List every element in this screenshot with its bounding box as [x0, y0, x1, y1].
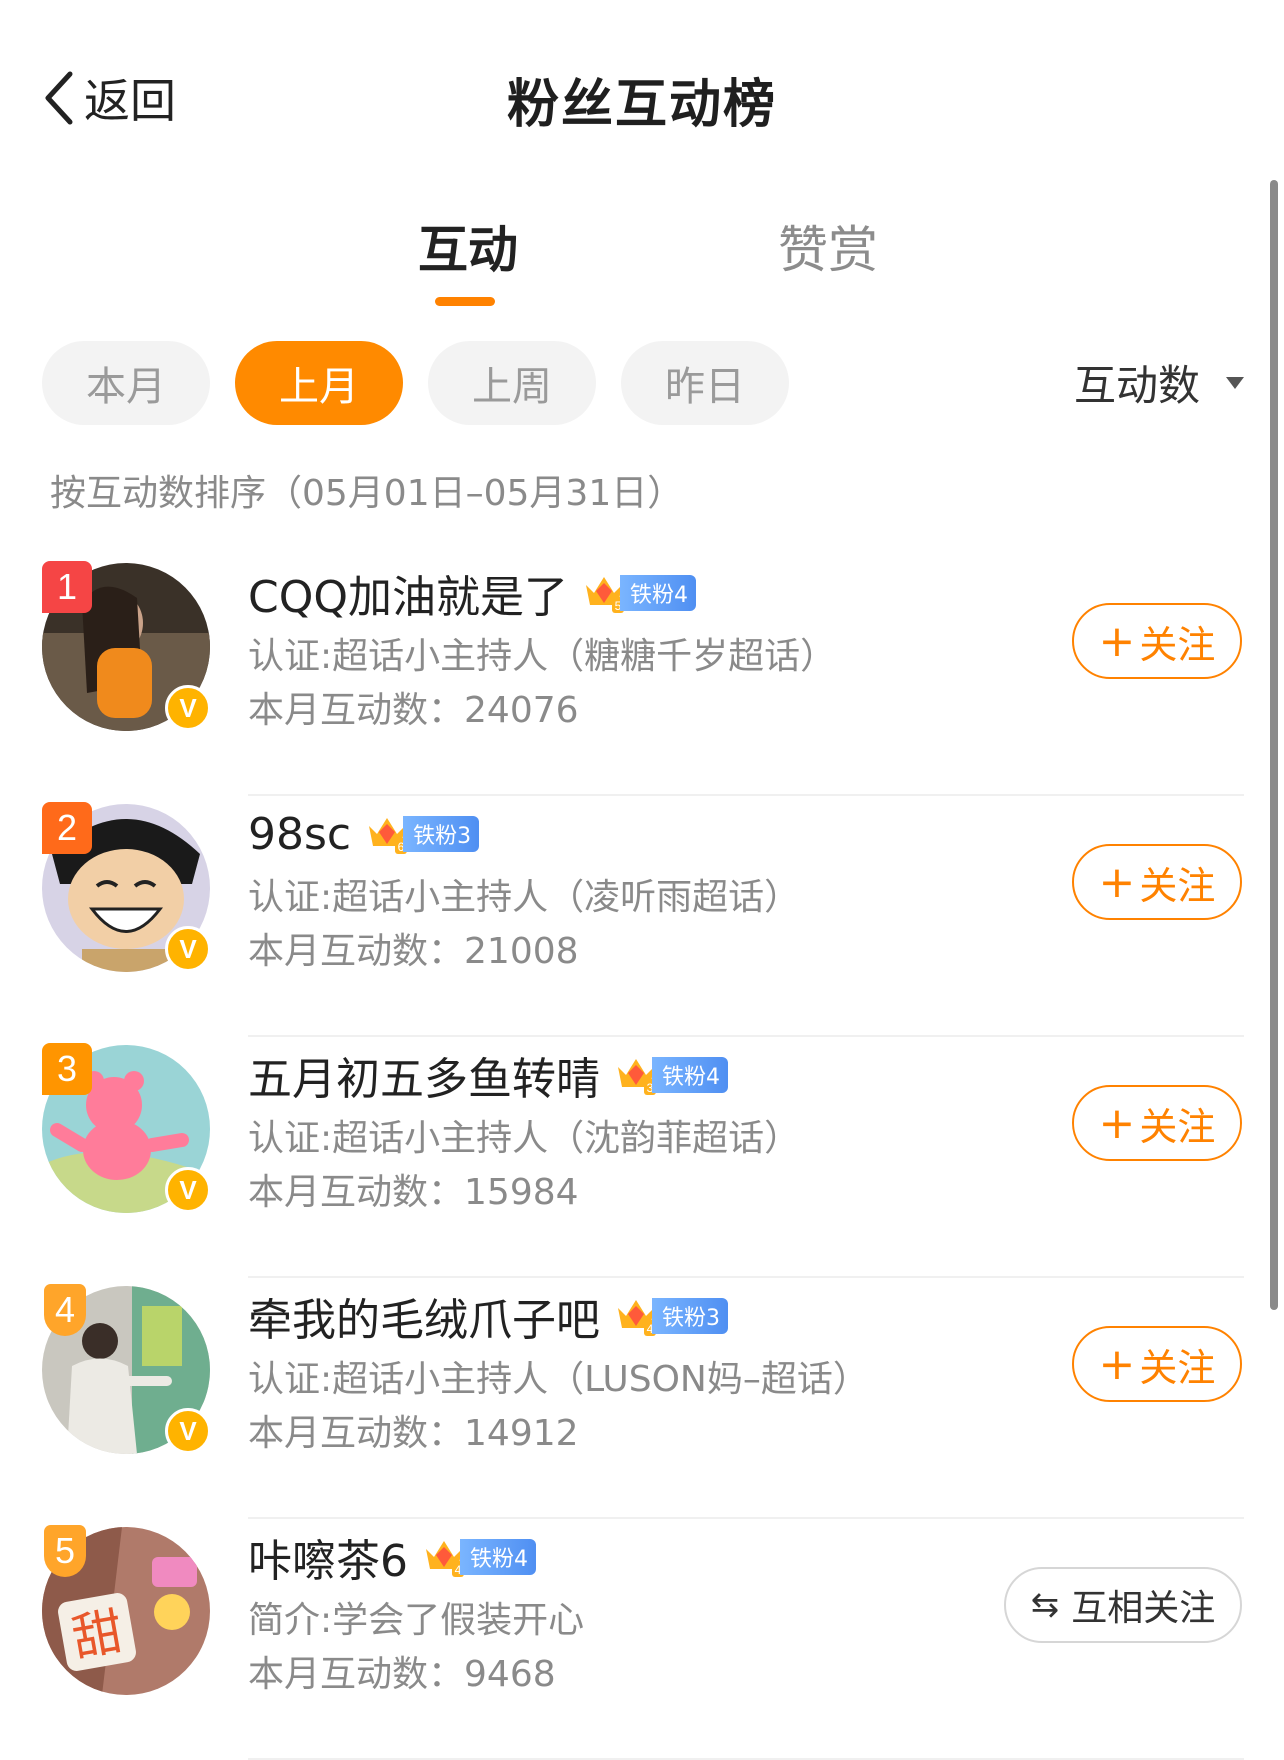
interaction-count: 本月互动数：14912 [248, 1413, 579, 1454]
fan-level-badge: 5 铁粉4 [582, 571, 696, 615]
fan-description: 认证:超话小主持人（凌听雨超话） [248, 877, 801, 918]
rank-badge: 2 [42, 802, 92, 854]
rank-badge: 4 [44, 1284, 86, 1336]
fan-level-badge: 6 铁粉3 [365, 812, 480, 856]
tab-interaction[interactable]: 互动 [418, 210, 518, 282]
tab-reward[interactable]: 赞赏 [778, 210, 878, 282]
rank-badge: 1 [42, 561, 92, 613]
fan-description: 认证:超话小主持人（LUSON妈–超话） [248, 1359, 869, 1400]
plus-icon: + [1098, 1097, 1136, 1149]
page-title: 粉丝互动榜 [506, 75, 777, 135]
fan-level-badge: 4 铁粉3 [614, 1294, 728, 1338]
list-item[interactable]: 3 V 五月初五多鱼转晴 3 铁粉4 认证:超话小主持人（沈韵菲超话） 本月互动… [0, 1037, 1284, 1278]
fan-name[interactable]: CQQ加油就是了 [248, 561, 568, 625]
fan-name[interactable]: 咔嚓茶6 [248, 1525, 408, 1589]
top-nav-bar: 返回 粉丝互动榜 [0, 0, 1284, 200]
date-range-text: 按互动数排序（05月01日–05月31日） [50, 473, 684, 514]
filter-last-month[interactable]: 上月 [235, 341, 403, 425]
interaction-count: 本月互动数：24076 [248, 690, 579, 731]
fan-description: 认证:超话小主持人（糖糖千岁超话） [248, 636, 837, 677]
follow-button[interactable]: + 关注 [1072, 1326, 1242, 1402]
fan-level-badge: 4 铁粉4 [422, 1535, 536, 1579]
list-item[interactable]: 甜 5 咔嚓茶6 4 铁粉4 简介:学会了假装开心 本月互动数：9468 ⇆ 互相… [0, 1519, 1284, 1760]
svg-text:甜: 甜 [68, 1602, 127, 1668]
fan-tag: 铁粉4 [652, 1057, 728, 1093]
plus-icon: + [1098, 615, 1136, 667]
swap-icon: ⇆ [1030, 1585, 1060, 1625]
verified-v-icon: V [165, 1408, 211, 1454]
interaction-count: 本月互动数：21008 [248, 931, 579, 972]
filter-this-month[interactable]: 本月 [42, 341, 210, 425]
filter-yesterday[interactable]: 昨日 [621, 341, 789, 425]
interaction-count: 本月互动数：9468 [248, 1654, 556, 1695]
fan-name[interactable]: 牵我的毛绒爪子吧 [248, 1284, 600, 1348]
fan-tag: 铁粉3 [652, 1298, 728, 1334]
active-tab-indicator [435, 297, 495, 306]
filter-last-week[interactable]: 上周 [428, 341, 596, 425]
fan-tag: 铁粉4 [460, 1539, 536, 1575]
interaction-count: 本月互动数：15984 [248, 1172, 579, 1213]
rank-badge: 5 [44, 1525, 86, 1577]
fan-name[interactable]: 五月初五多鱼转晴 [248, 1043, 600, 1107]
caret-down-icon [1226, 376, 1244, 389]
plus-icon: + [1098, 856, 1136, 908]
sort-label: 互动数 [1073, 361, 1200, 410]
fan-description: 认证:超话小主持人（沈韵菲超话） [248, 1118, 801, 1159]
sort-dropdown[interactable]: 互动数 [1074, 352, 1244, 413]
fan-tag: 铁粉4 [620, 575, 696, 611]
list-item[interactable]: 1 V CQQ加油就是了 5 铁粉4 认证:超话小主持人（糖糖千岁超话） 本月互… [0, 555, 1284, 796]
rank-badge: 3 [42, 1043, 92, 1095]
scrollbar[interactable] [1270, 180, 1278, 1310]
fan-ranking-list: 1 V CQQ加油就是了 5 铁粉4 认证:超话小主持人（糖糖千岁超话） 本月互… [0, 555, 1284, 1760]
verified-v-icon: V [165, 685, 211, 731]
list-item[interactable]: 2 V 98sc 6 铁粉3 认证:超话小主持人（凌听雨超话） 本月互动数：21… [0, 796, 1284, 1037]
mutual-follow-button[interactable]: ⇆ 互相关注 [1004, 1567, 1242, 1643]
plus-icon: + [1098, 1338, 1136, 1390]
follow-button[interactable]: + 关注 [1072, 844, 1242, 920]
verified-v-icon: V [165, 926, 211, 972]
fan-name[interactable]: 98sc [248, 809, 351, 860]
fan-description: 简介:学会了假装开心 [248, 1600, 585, 1641]
list-item[interactable]: 4 V 牵我的毛绒爪子吧 4 铁粉3 认证:超话小主持人（LUSON妈–超话） … [0, 1278, 1284, 1519]
verified-v-icon: V [165, 1167, 211, 1213]
follow-button[interactable]: + 关注 [1072, 603, 1242, 679]
fan-tag: 铁粉3 [403, 816, 480, 852]
follow-button[interactable]: + 关注 [1072, 1085, 1242, 1161]
fan-level-badge: 3 铁粉4 [614, 1053, 728, 1097]
